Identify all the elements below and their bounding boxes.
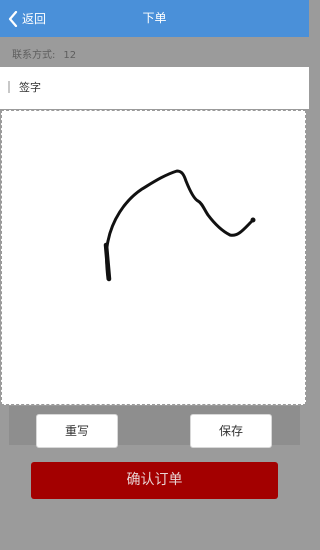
signature-stroke: [103, 169, 256, 282]
signature-section-label: 签字: [19, 81, 41, 94]
redo-button[interactable]: 重写: [36, 414, 118, 448]
contact-info: 联系方式: 12: [12, 37, 76, 67]
page-title: 下单: [142, 11, 167, 25]
contact-row: 联系方式: 12: [0, 37, 309, 67]
confirm-order-button[interactable]: 确认订单: [31, 462, 278, 499]
app-header: 返回 下单: [0, 0, 309, 37]
contact-label: 联系方式:: [12, 50, 56, 61]
save-button[interactable]: 保存: [190, 414, 272, 448]
signature-canvas[interactable]: [1, 110, 306, 405]
section-accent-bar: [8, 81, 10, 93]
contact-value: 12: [63, 50, 77, 61]
signature-section-header: 签字: [0, 67, 309, 109]
